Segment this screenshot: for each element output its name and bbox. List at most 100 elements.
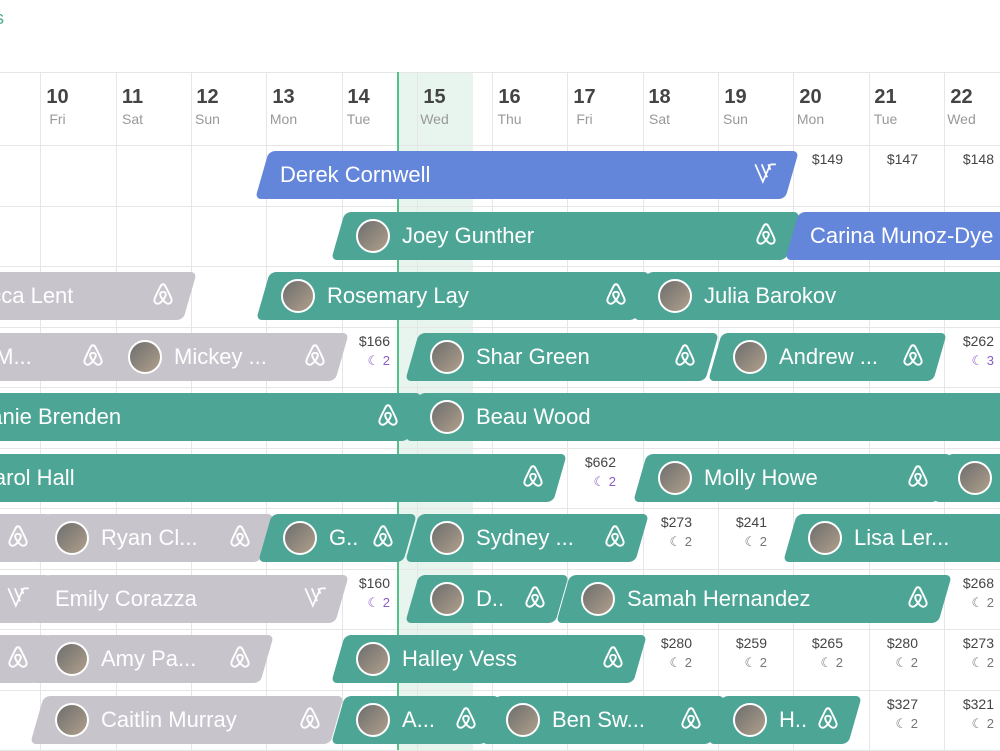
booking-bar[interactable]: Ryan Cl... [30,514,274,562]
day-of-week: Sun [723,111,748,127]
guest-avatar [581,581,615,616]
booking-bar[interactable]: Carina Munoz-Dye [785,211,1000,260]
booking-bar[interactable]: Sydney ... [405,514,649,562]
day-number: 14 [347,86,370,108]
booking-bar[interactable]: Beau Wood [405,393,1000,441]
day-number: 20 [799,86,822,108]
guest-name: Carol Hall [0,464,75,490]
booking-bar[interactable]: hanie Brenden [0,393,422,441]
nightly-rate: $149 [811,151,843,167]
day-number: 12 [196,86,219,108]
day-number: 15 [423,86,446,108]
guest-avatar [55,702,89,737]
moon-icon: ☾ [971,594,987,610]
guest-name: Shar Green [476,343,590,369]
nightly-rate: $662 [584,453,616,470]
grid-line-horizontal [0,689,1000,691]
airbnb-icon [453,704,479,735]
min-nights: ☾ 2 [934,595,994,611]
guest-name: Beau Wood [476,404,591,429]
booking-bar[interactable]: Mickey ... [103,332,349,381]
guest-name: Derek Cornwell [280,162,431,187]
min-nights: ☾ 2 [934,655,994,671]
airbnb-icon [227,523,253,554]
moon-icon: ☾ [669,534,685,549]
day-of-week: Fri [49,111,66,127]
day-of-week: Wed [420,111,449,127]
nightly-rate: $265 [811,635,843,651]
guest-name: Lisa Ler... [854,525,950,550]
nightly-rate: $147 [886,151,918,167]
grid-line-horizontal [0,266,1000,267]
booking-bar[interactable]: Amy Pa... [30,635,274,683]
booking-bar[interactable]: ecca Lent [0,272,197,320]
guest-name: Samah Hernandez [627,585,811,611]
booking-bar[interactable]: Rosemary Lay [256,272,650,320]
nightly-rate: $166 [358,332,390,349]
guest-avatar [658,279,692,313]
airbnb-icon [375,402,401,433]
min-nights: ☾ 2 [707,534,767,550]
min-nights: ☾ 2 [556,474,616,490]
min-nights: ☾ 2 [934,716,994,732]
booking-bar[interactable]: Ben Sw... [481,695,725,744]
grid-line-horizontal [0,326,1000,328]
booking-bar[interactable]: Lisa Ler... [783,514,1000,562]
nightly-rate: $280 [886,635,918,651]
booking-bar[interactable]: Emily Corazza [30,574,349,623]
day-of-week: Fri [576,111,593,127]
day-number: 22 [950,86,973,108]
grid-line-horizontal [0,508,1000,509]
day-of-week: Tue [873,111,898,127]
airbnb-icon [905,583,931,614]
airbnb-icon [815,704,841,735]
airbnb-icon [753,220,779,251]
day-of-week: Thu [497,111,522,127]
guest-avatar [356,218,390,253]
min-nights: ☾ 2 [632,534,692,550]
nightly-rate: $262 [962,332,994,349]
booking-bar[interactable]: Shar Green [405,332,719,381]
min-nights: ☾ 2 [858,716,918,732]
booking-bar[interactable]: Samah Hernandez [556,574,952,623]
day-of-week: Sun [195,111,220,127]
booking-bar[interactable]: D.. [405,574,569,623]
grid-line-horizontal [0,387,1000,388]
moon-icon: ☾ [744,655,760,670]
day-header: 14 Tue [321,86,396,127]
guest-name: Mickey ... [174,343,267,369]
day-of-week: Mon [796,111,825,127]
booking-bar[interactable]: G.. [258,514,417,562]
guest-name: G.. [329,525,359,550]
day-header: 16 Thu [472,86,547,127]
guest-name: hanie Brenden [0,404,122,429]
booking-bar[interactable]: Joey Gunther [331,211,800,260]
guest-name: Emily Corazza [55,585,197,611]
booking-bar[interactable]: A... [331,695,500,744]
day-number: 11 [121,86,144,108]
nightly-rate: $241 [735,514,767,530]
moon-icon: ☾ [971,655,987,670]
booking-bar[interactable]: Derek Cornwell [255,151,799,199]
guest-avatar [283,521,317,555]
day-header: 12 Sun [170,86,245,127]
booking-bar[interactable]: Molly Howe [633,453,952,502]
booking-bar[interactable]: Julia Barokov [633,272,1000,320]
guest-avatar [55,642,89,676]
booking-bar[interactable]: Halley Vess [331,635,647,683]
day-header: 22 Wed [924,86,999,127]
booking-bar[interactable]: H.. [708,695,862,744]
guest-avatar [733,339,767,374]
booking-bar[interactable]: Carol Hall [0,453,567,502]
min-nights-value: 3 [986,352,994,368]
day-number: 16 [498,86,521,108]
airbnb-icon [5,523,31,554]
booking-bar[interactable]: Andrew ... [708,332,947,381]
day-of-week: Sat [648,111,670,127]
guest-name: Halley Vess [402,646,517,671]
guest-avatar [281,279,315,313]
booking-bar[interactable]: Caitlin Murray [30,695,344,744]
guest-name: Amy Pa... [101,646,197,671]
guest-avatar [658,460,692,495]
guest-name: Molly Howe [704,464,818,490]
